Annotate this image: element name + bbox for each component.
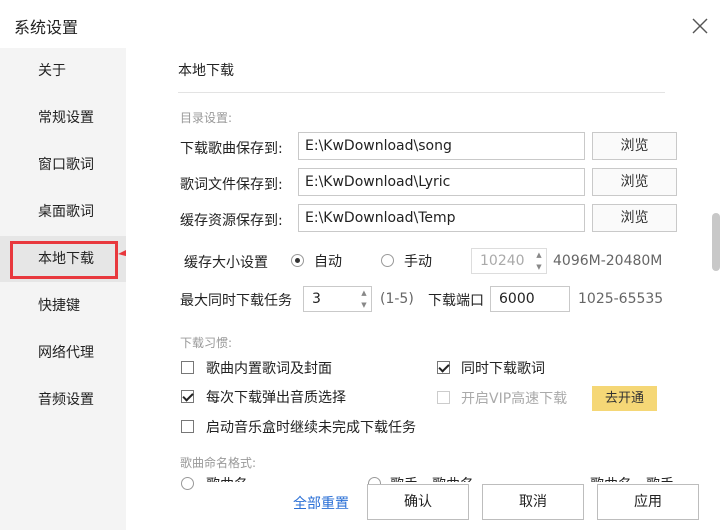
naming-option-1-label: 歌曲名 — [206, 474, 248, 482]
max-tasks-value: 3 — [312, 291, 321, 307]
lyric-browse-button[interactable]: 浏览 — [592, 168, 677, 196]
cache-path-label: 缓存资源保存到: — [180, 213, 283, 229]
download-lyrics-label: 同时下载歌词 — [461, 361, 545, 377]
download-lyrics-checkbox[interactable] — [437, 361, 450, 374]
cache-size-stepper[interactable]: 10240 ▲ ▼ — [471, 248, 547, 274]
confirm-button[interactable]: 确认 — [367, 484, 469, 520]
cache-size-range: 4096M-20480M — [553, 253, 663, 269]
song-path-label: 下载歌曲保存到: — [180, 141, 283, 157]
sidebar-item-about[interactable]: 关于 — [0, 48, 126, 94]
section-title: 本地下载 — [178, 63, 234, 79]
max-tasks-spin[interactable]: ▲ ▼ — [357, 287, 371, 311]
max-tasks-range: (1-5) — [380, 291, 414, 307]
max-tasks-stepper[interactable]: 3 ▲ ▼ — [303, 286, 372, 312]
cache-size-label: 缓存大小设置 — [184, 255, 268, 271]
sidebar-item-proxy[interactable]: 网络代理 — [0, 330, 126, 376]
sidebar-item-hotkeys[interactable]: 快捷键 — [0, 283, 126, 329]
cancel-button[interactable]: 取消 — [482, 484, 584, 520]
naming-option-2-label: 歌手 - 歌曲名 — [390, 474, 474, 482]
naming-option-3-label: 歌曲名 - 歌手 — [590, 474, 674, 482]
lyric-path-label: 歌词文件保存到: — [180, 177, 283, 193]
section-divider — [178, 92, 665, 93]
directory-group-label: 目录设置: — [180, 111, 233, 125]
vip-download-checkbox[interactable] — [437, 391, 450, 404]
cache-auto-label: 自动 — [314, 254, 342, 270]
port-value: 6000 — [499, 291, 535, 307]
max-tasks-label: 最大同时下载任务 — [180, 293, 292, 309]
port-input[interactable]: 6000 — [490, 286, 570, 312]
cache-size-value: 10240 — [480, 253, 525, 269]
song-path-input[interactable]: E:\KwDownload\song — [298, 132, 585, 160]
resume-tasks-checkbox[interactable] — [181, 420, 194, 433]
title-bar: 系统设置 — [0, 0, 725, 48]
sidebar-item-window-lyrics[interactable]: 窗口歌词 — [0, 142, 126, 188]
embed-lyrics-checkbox[interactable] — [181, 361, 194, 374]
quality-popup-label: 每次下载弹出音质选择 — [206, 390, 346, 406]
scrollbar-thumb[interactable] — [712, 213, 720, 271]
habits-group-label: 下载习惯: — [180, 336, 233, 350]
cache-browse-button[interactable]: 浏览 — [592, 204, 677, 232]
sidebar-item-desktop-lyrics[interactable]: 桌面歌词 — [0, 189, 126, 235]
port-label: 下载端口 — [428, 293, 484, 309]
sidebar-item-general[interactable]: 常规设置 — [0, 95, 126, 141]
cache-path-input[interactable]: E:\KwDownload\Temp — [298, 204, 585, 232]
embed-lyrics-label: 歌曲内置歌词及封面 — [206, 361, 332, 377]
cache-manual-radio[interactable] — [381, 254, 394, 267]
resume-tasks-label: 启动音乐盒时继续未完成下载任务 — [206, 420, 416, 436]
vip-download-label: 开启VIP高速下载 — [461, 391, 568, 407]
close-icon[interactable] — [690, 16, 710, 36]
apply-button[interactable]: 应用 — [597, 484, 699, 520]
quality-popup-checkbox[interactable] — [181, 390, 194, 403]
window-title: 系统设置 — [14, 18, 79, 37]
naming-group-label: 歌曲命名格式: — [180, 456, 257, 470]
port-range: 1025-65535 — [578, 291, 664, 307]
reset-all-link[interactable]: 全部重置 — [293, 493, 349, 513]
naming-option-1-radio[interactable] — [181, 477, 194, 490]
cache-auto-radio[interactable] — [291, 254, 304, 267]
cache-manual-label: 手动 — [404, 254, 432, 270]
vip-activate-button[interactable]: 去开通 — [592, 386, 657, 411]
sidebar-item-audio[interactable]: 音频设置 — [0, 377, 126, 423]
cache-size-spin[interactable]: ▲ ▼ — [532, 249, 546, 273]
lyric-path-input[interactable]: E:\KwDownload\Lyric — [298, 168, 585, 196]
song-browse-button[interactable]: 浏览 — [592, 132, 677, 160]
sidebar-item-local-download[interactable]: 本地下载 — [0, 236, 126, 282]
